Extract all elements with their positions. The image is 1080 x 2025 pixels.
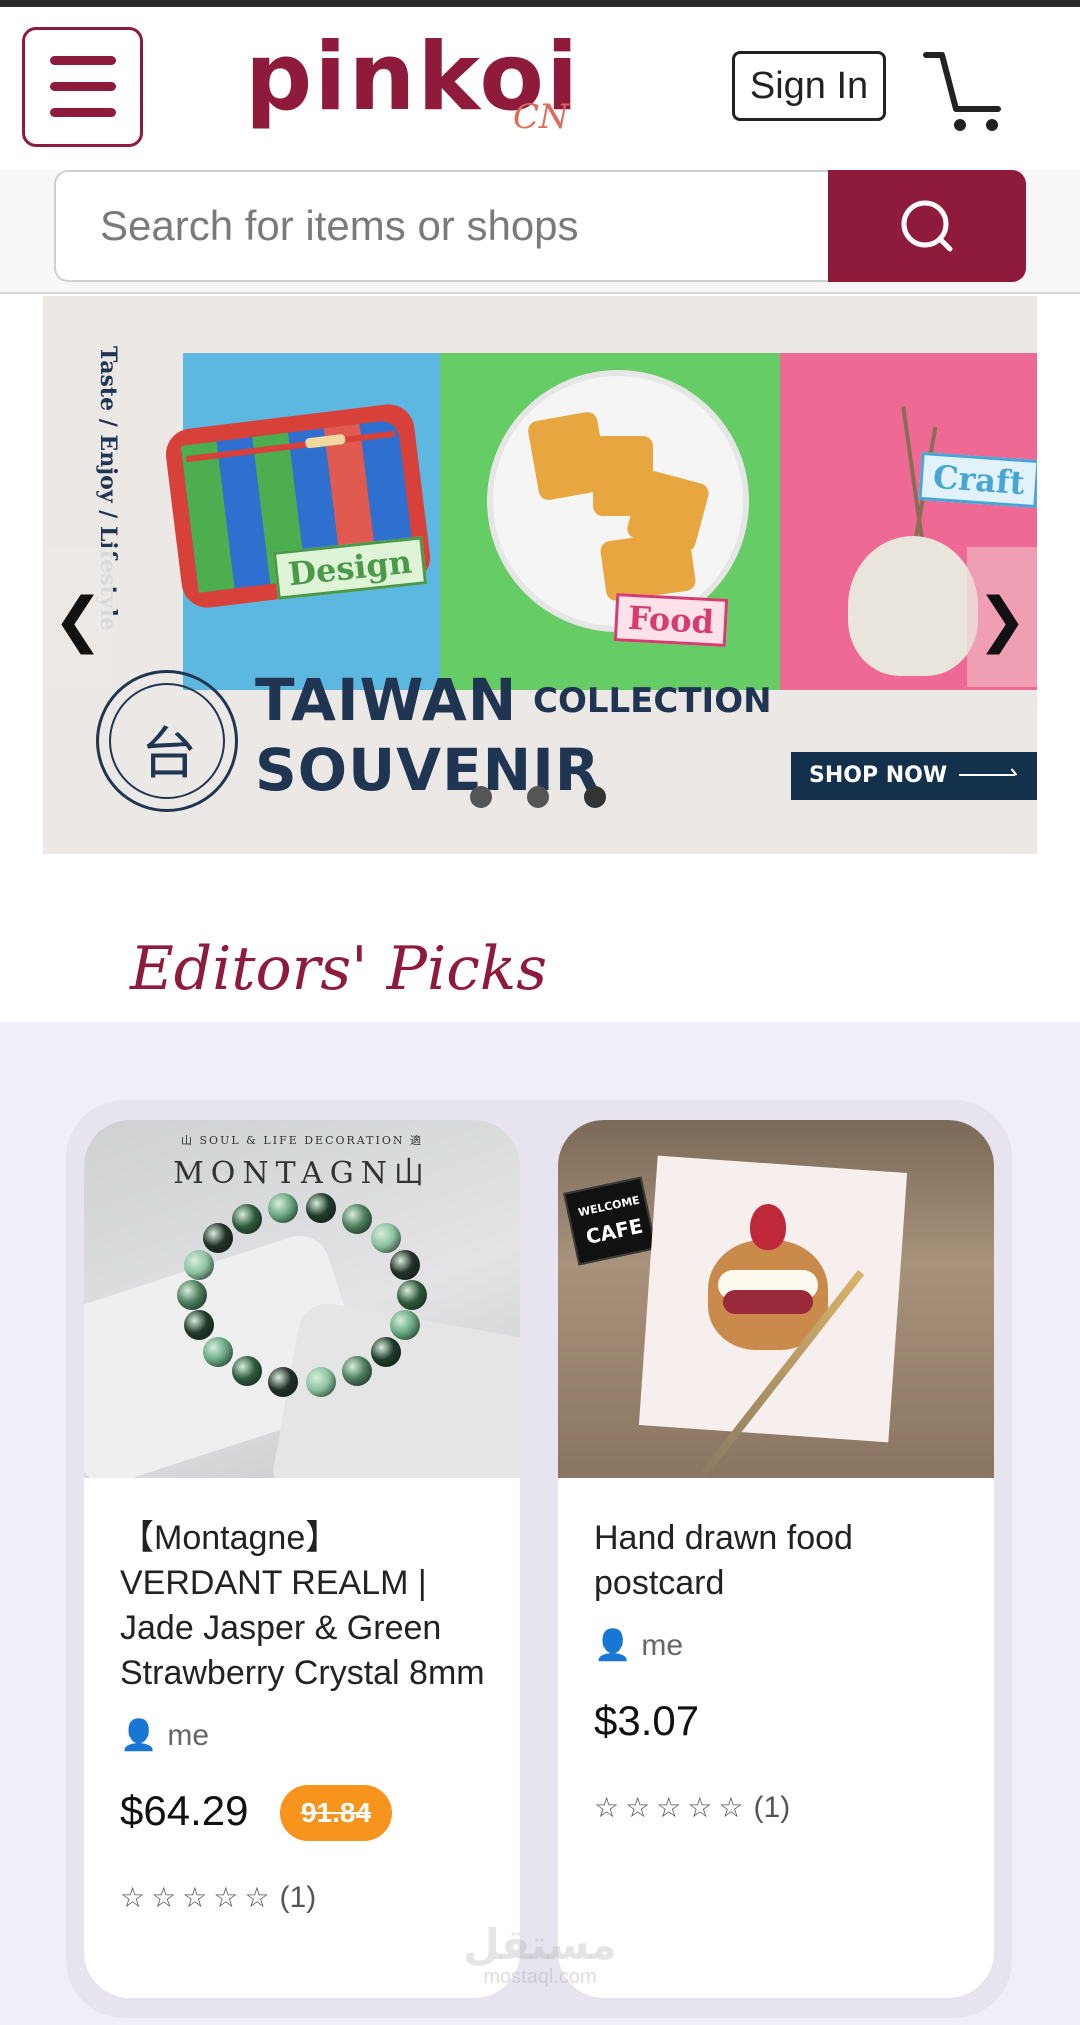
vase-image [848, 536, 978, 676]
shopping-cart-icon[interactable] [920, 47, 1010, 137]
hamburger-menu-button[interactable] [22, 27, 143, 147]
product-price: $3.07 [594, 1697, 700, 1744]
hamburger-menu-icon [50, 56, 116, 65]
bracelet-bead [397, 1280, 427, 1310]
sign-in-button[interactable]: Sign In [732, 51, 886, 121]
arrow-right-icon [959, 774, 1015, 776]
editors-picks-title: Editors' Picks [130, 934, 547, 1004]
product-card-montagne[interactable]: 山 SOUL & LIFE DECORATION 適 MONTAGN山 【Mon… [84, 1120, 520, 1998]
price-row: $3.07 [594, 1693, 960, 1753]
shop-link[interactable]: 👤 me [120, 1718, 486, 1753]
product-rating: ☆☆☆☆☆ (1) [120, 1881, 486, 1915]
status-bar-edge [0, 0, 1080, 7]
bracelet-bead [371, 1336, 402, 1367]
search-bar [0, 170, 1080, 294]
pineapple-cake-plate-image [493, 376, 743, 626]
promo-banner[interactable]: Taste / Enjoy / Lifestyle Design Food Cr… [43, 296, 1037, 854]
banner-tag-food: Food [613, 593, 729, 647]
bracelet-bead [371, 1223, 402, 1254]
product-price: $64.29 [120, 1787, 249, 1834]
logo-region: CN [513, 97, 569, 137]
carousel-dot-2[interactable] [527, 786, 549, 808]
product-title[interactable]: 【Montagne】VERDANT REALM | Jade Jasper & … [120, 1516, 486, 1696]
carousel-dots [470, 786, 610, 812]
image-brand-name: MONTAGN山 [173, 1156, 431, 1191]
carousel-prev-button[interactable]: ❮ [43, 547, 113, 687]
carousel-next-button[interactable]: ❯ [967, 547, 1037, 687]
carousel-dot-3[interactable] [584, 786, 606, 808]
user-icon: 👤 [120, 1718, 158, 1753]
bracelet-bead [202, 1223, 233, 1254]
hamburger-menu-icon-bar [50, 108, 116, 117]
rating-count: (1) [753, 1791, 791, 1824]
bracelet-bead [183, 1249, 214, 1280]
bracelet-bead [390, 1249, 421, 1280]
image-brand-subtitle: 山 SOUL & LIFE DECORATION 適 [181, 1134, 423, 1147]
pinkoi-logo[interactable]: pinkoi CN [245, 23, 585, 149]
chevron-right-icon: ❯ [976, 585, 1028, 655]
seal-glyph: 台 [141, 722, 197, 787]
search-button[interactable] [828, 170, 1026, 282]
user-icon: 👤 [594, 1628, 632, 1663]
bracelet-bead [177, 1280, 207, 1310]
bracelet-bead [183, 1310, 214, 1341]
search-icon [901, 200, 953, 252]
chevron-left-icon: ❮ [52, 585, 104, 655]
shop-name: me [167, 1719, 210, 1752]
bracelet-bead [306, 1366, 337, 1397]
shop-link[interactable]: 👤 me [594, 1628, 960, 1663]
site-header: pinkoi CN Sign In [0, 7, 1080, 170]
product-image-postcard[interactable]: WELCOME CAFE [558, 1120, 994, 1478]
seal-inner-ring: 台 [109, 683, 225, 799]
rating-stars-icon: ☆☆☆☆☆ [120, 1881, 276, 1914]
strawberry-drawing [750, 1204, 786, 1250]
carousel-dot-1[interactable] [470, 786, 492, 808]
bracelet-bead [267, 1193, 298, 1224]
bracelet-bead [232, 1203, 262, 1234]
banner-headline-collection: COLLECTION [533, 681, 772, 721]
watermark-url: mostaql.com [483, 1966, 597, 1988]
bracelet-bead [342, 1356, 372, 1387]
hamburger-menu-icon-bar [50, 82, 116, 91]
price-row: $64.29 91.84 [120, 1783, 486, 1843]
shop-now-label: SHOP NOW [809, 763, 948, 788]
jam-drawing [723, 1290, 813, 1314]
product-rating: ☆☆☆☆☆ (1) [594, 1791, 960, 1825]
rating-stars-icon: ☆☆☆☆☆ [594, 1791, 750, 1824]
bracelet-bead [232, 1356, 262, 1387]
original-price-badge: 91.84 [280, 1785, 392, 1841]
taiwan-seal-logo: 台 [96, 670, 238, 812]
rating-count: (1) [279, 1881, 317, 1914]
search-input[interactable] [54, 170, 828, 282]
banner-headline-taiwan: TAIWAN [255, 666, 518, 734]
product-title[interactable]: Hand drawn food postcard [594, 1516, 960, 1606]
banner-tag-craft: Craft [918, 451, 1037, 509]
product-image-bracelet[interactable]: 山 SOUL & LIFE DECORATION 適 MONTAGN山 [84, 1120, 520, 1478]
product-card-postcard[interactable]: WELCOME CAFE Hand drawn food postcard 👤 m… [558, 1120, 994, 1998]
shop-now-button[interactable]: SHOP NOW [791, 752, 1037, 800]
pineapple-cake [599, 530, 697, 602]
bracelet-bead [342, 1203, 372, 1234]
bracelet-bead [202, 1336, 233, 1367]
bracelet-bead [306, 1193, 337, 1224]
bracelet-bead [267, 1366, 298, 1397]
welcome-cafe-sign: WELCOME CAFE [563, 1176, 657, 1266]
watermark-logo: مستقل [463, 1920, 617, 1969]
shop-name: me [641, 1629, 684, 1662]
